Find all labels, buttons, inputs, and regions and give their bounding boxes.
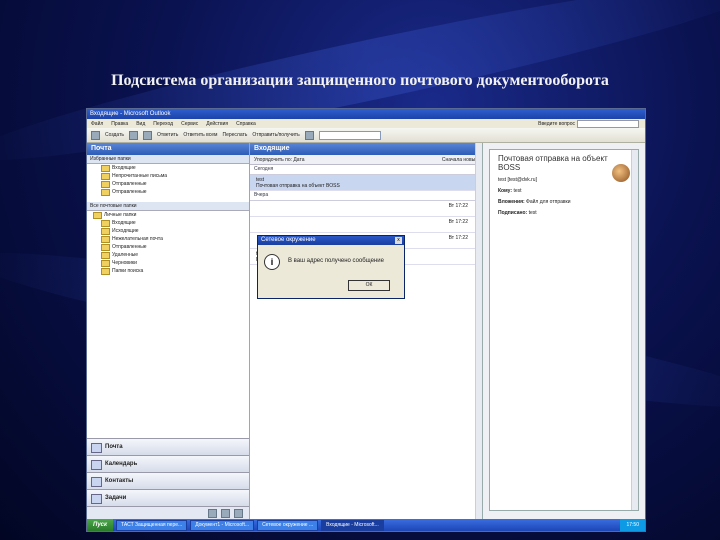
- message-row[interactable]: Вт 17:22: [250, 217, 482, 233]
- avatar: [612, 164, 630, 182]
- reply-all-button[interactable]: Ответить всем: [183, 132, 217, 138]
- mail-icon: [91, 443, 102, 453]
- taskbar-item[interactable]: ТАСТ Защищенная пере...: [116, 519, 188, 531]
- forward-button[interactable]: Переслать: [222, 132, 247, 138]
- list-scrollbar[interactable]: [475, 143, 482, 519]
- menu-tools[interactable]: Сервис: [181, 121, 198, 127]
- arrange-bar[interactable]: Упорядочить по: Дата Сначала новые: [250, 155, 482, 165]
- taskbar-item[interactable]: Сетевое окружение ...: [257, 519, 319, 531]
- calendar-icon: [91, 460, 102, 470]
- dialog-title: Сетевое окружение: [258, 236, 404, 245]
- find-contact-input[interactable]: [318, 130, 381, 140]
- folder-icon: [101, 164, 110, 172]
- taskbar-item[interactable]: Документ1 - Microsoft...: [190, 519, 255, 531]
- folder-icon: [101, 172, 110, 180]
- folder-item[interactable]: Черновики: [87, 259, 249, 267]
- list-header: Входящие: [250, 143, 482, 155]
- delete-icon[interactable]: [143, 130, 153, 140]
- all-folders-title: Все почтовые папки: [87, 202, 249, 211]
- group-yesterday[interactable]: Вчера: [250, 191, 482, 201]
- toolbar: Создать Ответить Ответить всем Переслать…: [87, 128, 645, 143]
- folder-item[interactable]: Папки поиска: [87, 267, 249, 275]
- message-row[interactable]: Вт 17:22: [250, 201, 482, 217]
- dialog-message: В ваш адрес получено сообщение: [288, 258, 384, 264]
- favorite-item[interactable]: Непрочитанные письма: [87, 172, 249, 180]
- menu-help[interactable]: Справка: [236, 121, 256, 127]
- taskbar: Пуск ТАСТ Защищенная пере... Документ1 -…: [87, 519, 645, 531]
- folder-item[interactable]: Исходящие: [87, 227, 249, 235]
- send-receive-button[interactable]: Отправить/получить: [252, 132, 299, 138]
- folder-icon: [101, 188, 110, 196]
- dialog-ok-button[interactable]: ОК: [348, 280, 390, 291]
- reply-button[interactable]: Ответить: [157, 132, 178, 138]
- new-button[interactable]: Создать: [105, 132, 124, 138]
- folder-icon: [101, 259, 110, 267]
- reading-from: test [test@dvk.ru]: [498, 177, 537, 183]
- configure-icon[interactable]: [234, 508, 243, 518]
- folder-icon: [101, 251, 110, 259]
- menu-bar: Файл Правка Вид Переход Сервис Действия …: [87, 119, 645, 128]
- folder-icon: [101, 243, 110, 251]
- message-list-pane: Входящие Упорядочить по: Дата Сначала но…: [250, 143, 483, 519]
- nav-button-contacts[interactable]: Контакты: [87, 472, 249, 489]
- reading-signed: Подписано: test: [498, 210, 537, 216]
- menu-file[interactable]: Файл: [91, 121, 103, 127]
- new-mail-icon[interactable]: [91, 130, 100, 140]
- reading-title: Почтовая отправка на объект BOSS: [498, 154, 608, 172]
- group-today[interactable]: Сегодня: [250, 165, 482, 175]
- folder-item[interactable]: Удаленные: [87, 251, 249, 259]
- slide-title: Подсистема организации защищенного почто…: [111, 72, 609, 89]
- dialog-close-button[interactable]: x: [395, 237, 402, 244]
- info-icon: i: [264, 254, 280, 270]
- contacts-icon: [91, 477, 102, 487]
- navigation-pane: Почта Избранные папки Входящие Непрочита…: [87, 143, 250, 519]
- taskbar-item[interactable]: Входящие - Microsoft...: [321, 519, 384, 531]
- folder-item[interactable]: Входящие: [87, 219, 249, 227]
- menu-view[interactable]: Вид: [136, 121, 145, 127]
- reading-to: Кому: test: [498, 188, 522, 194]
- nav-button-mail[interactable]: Почта: [87, 438, 249, 455]
- print-icon[interactable]: [129, 130, 139, 140]
- folder-icon: [101, 235, 110, 243]
- nav-button-tasks[interactable]: Задачи: [87, 489, 249, 506]
- favorite-item[interactable]: Отправленные: [87, 188, 249, 196]
- folder-item[interactable]: Отправленные: [87, 243, 249, 251]
- folder-tree-root[interactable]: Личные папки: [87, 211, 249, 219]
- address-book-icon[interactable]: [304, 130, 314, 140]
- nav-shortcuts: [87, 506, 249, 519]
- reading-scrollbar[interactable]: [631, 150, 638, 510]
- reading-attachments[interactable]: Вложения: Файл для отправки: [498, 199, 630, 205]
- message-row[interactable]: test Почтовая отправка на объект BOSS: [250, 175, 482, 191]
- menu-edit[interactable]: Правка: [111, 121, 128, 127]
- folder-icon: [101, 227, 110, 235]
- folder-icon: [101, 180, 110, 188]
- folder-icon: [101, 219, 110, 227]
- nav-header: Почта: [87, 143, 249, 155]
- reading-pane: Почтовая отправка на объект BOSS test [t…: [489, 149, 639, 511]
- question-label: Введите вопрос: [538, 120, 575, 127]
- folder-icon: [93, 211, 102, 219]
- question-input[interactable]: [577, 119, 639, 128]
- window-titlebar: Входящие - Microsoft Outlook: [87, 109, 645, 119]
- folder-icon: [101, 267, 110, 275]
- folder-item[interactable]: Нежелательная почта: [87, 235, 249, 243]
- nav-button-calendar[interactable]: Календарь: [87, 455, 249, 472]
- outlook-screenshot: Входящие - Microsoft Outlook Файл Правка…: [86, 108, 646, 532]
- start-button[interactable]: Пуск: [87, 519, 114, 531]
- clock: 17:50: [620, 519, 645, 531]
- folder-list-icon[interactable]: [208, 508, 217, 518]
- favorite-item[interactable]: Входящие: [87, 164, 249, 172]
- shortcuts-icon[interactable]: [221, 508, 230, 518]
- menu-go[interactable]: Переход: [153, 121, 173, 127]
- notification-dialog: Сетевое окружение x i В ваш адрес получе…: [257, 235, 405, 299]
- favorites-title: Избранные папки: [87, 155, 249, 164]
- menu-actions[interactable]: Действия: [206, 121, 228, 127]
- tasks-icon: [91, 494, 102, 504]
- favorite-item[interactable]: Отправленные: [87, 180, 249, 188]
